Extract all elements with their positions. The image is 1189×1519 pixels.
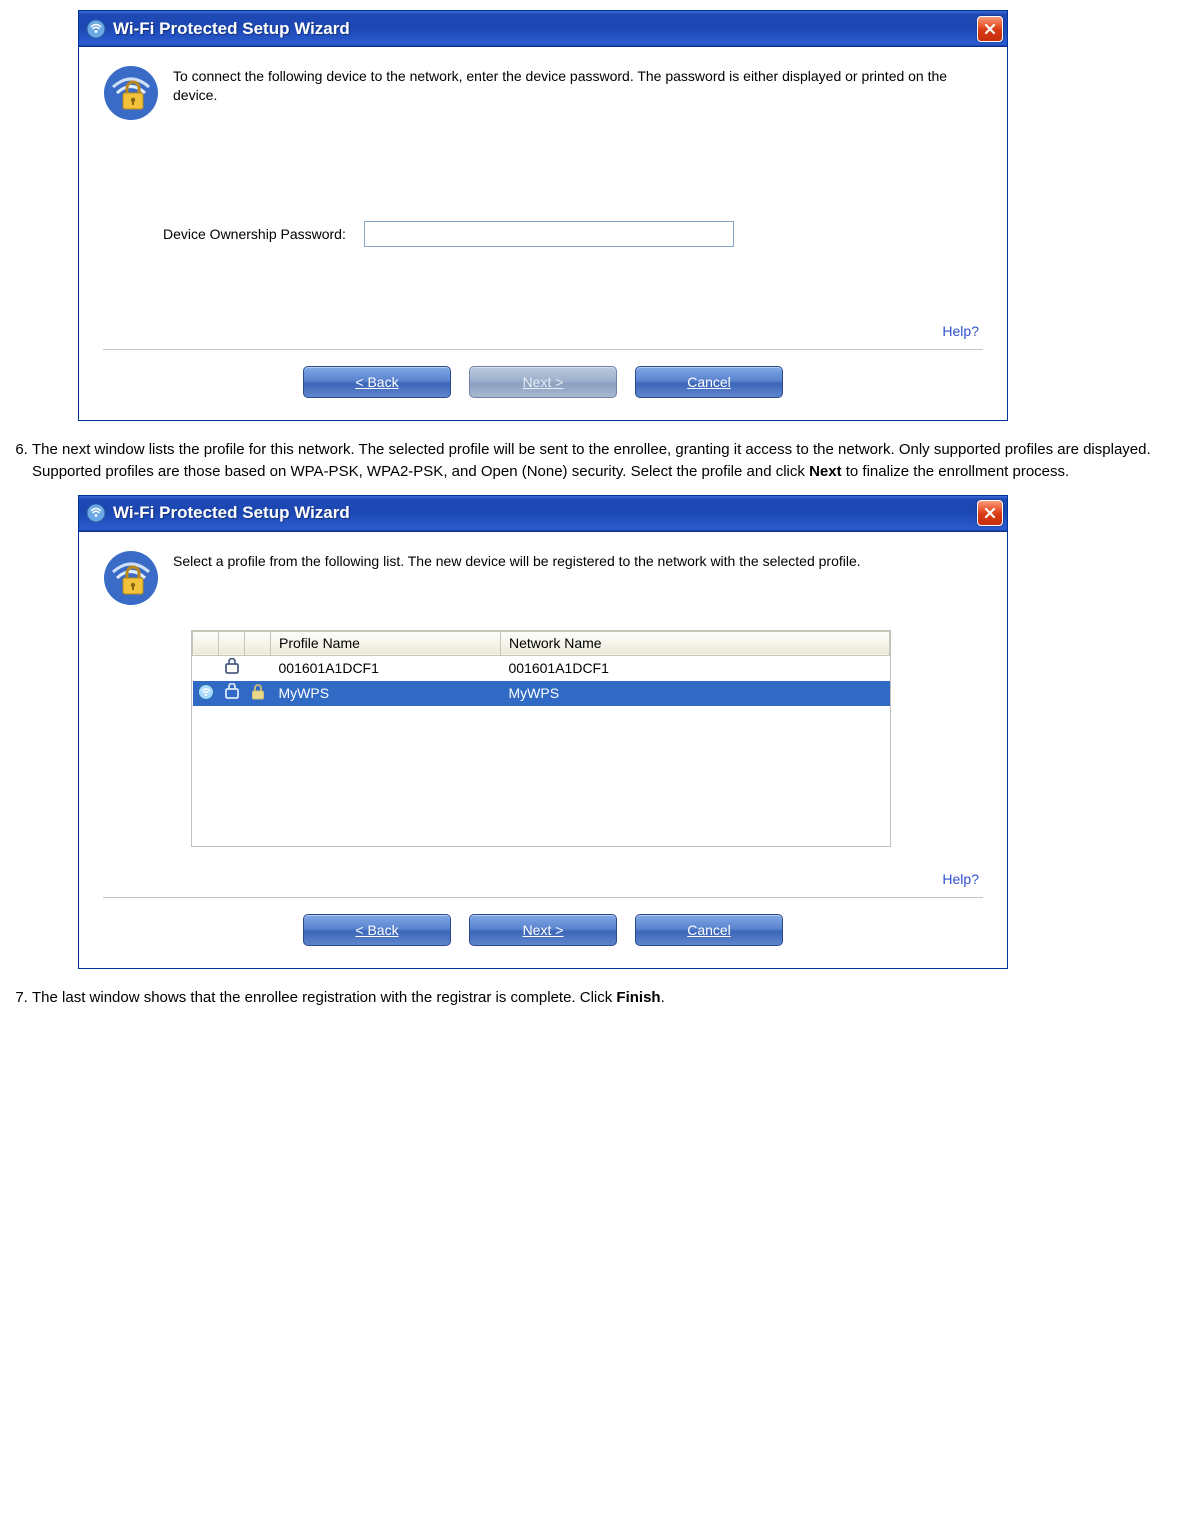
app-icon	[85, 502, 107, 524]
window-title: Wi-Fi Protected Setup Wizard	[113, 19, 977, 39]
step-7: The last window shows that the enrollee …	[32, 987, 1189, 1009]
cell-network-name: 001601A1DCF1	[501, 655, 890, 681]
profile-icon	[219, 655, 245, 681]
close-button[interactable]	[977, 500, 1003, 526]
button-row: < Back Next > Cancel	[103, 362, 983, 412]
back-button[interactable]: < Back	[303, 914, 451, 946]
button-row: < Back Next > Cancel	[103, 910, 983, 960]
help-link[interactable]: Help?	[942, 871, 979, 887]
window-body: Select a profile from the following list…	[79, 532, 1007, 968]
password-label: Device Ownership Password:	[163, 226, 346, 242]
separator	[103, 349, 983, 350]
titlebar[interactable]: Wi-Fi Protected Setup Wizard	[79, 496, 1007, 532]
back-button[interactable]: < Back	[303, 366, 451, 398]
table-row[interactable]: MyWPSMyWPS	[193, 681, 890, 706]
table-row[interactable]: 001601A1DCF1001601A1DCF1	[193, 655, 890, 681]
separator	[103, 897, 983, 898]
profile-icon	[219, 681, 245, 706]
table-header-row: Profile Name Network Name	[193, 631, 890, 655]
wizard-lock-icon	[103, 65, 159, 121]
next-button[interactable]: Next >	[469, 914, 617, 946]
intro-text: To connect the following device to the n…	[173, 65, 983, 105]
step-6: The next window lists the profile for th…	[32, 439, 1189, 483]
header-lock[interactable]	[245, 631, 271, 655]
lock-icon	[245, 681, 271, 706]
header-network-name[interactable]: Network Name	[501, 631, 890, 655]
header-profile-name[interactable]: Profile Name	[271, 631, 501, 655]
help-link[interactable]: Help?	[942, 323, 979, 339]
cancel-button[interactable]: Cancel	[635, 366, 783, 398]
wizard-window-password: Wi-Fi Protected Setup Wizard	[78, 10, 1008, 421]
window-title: Wi-Fi Protected Setup Wizard	[113, 503, 977, 523]
wizard-lock-icon	[103, 550, 159, 606]
cell-network-name: MyWPS	[501, 681, 890, 706]
cancel-button[interactable]: Cancel	[635, 914, 783, 946]
password-input[interactable]	[364, 221, 734, 247]
lock-icon	[245, 655, 271, 681]
titlebar[interactable]: Wi-Fi Protected Setup Wizard	[79, 11, 1007, 47]
close-button[interactable]	[977, 16, 1003, 42]
profile-table[interactable]: Profile Name Network Name 001601A1DCF100…	[191, 630, 891, 847]
next-button[interactable]: Next >	[469, 366, 617, 398]
header-profile-icon[interactable]	[219, 631, 245, 655]
wizard-window-profiles: Wi-Fi Protected Setup Wizard	[78, 495, 1008, 969]
intro-text: Select a profile from the following list…	[173, 550, 861, 571]
signal-icon	[193, 681, 219, 706]
table-filler	[192, 706, 890, 846]
cell-profile-name: 001601A1DCF1	[271, 655, 501, 681]
header-signal[interactable]	[193, 631, 219, 655]
app-icon	[85, 18, 107, 40]
signal-icon	[193, 655, 219, 681]
cell-profile-name: MyWPS	[271, 681, 501, 706]
window-body: To connect the following device to the n…	[79, 47, 1007, 420]
